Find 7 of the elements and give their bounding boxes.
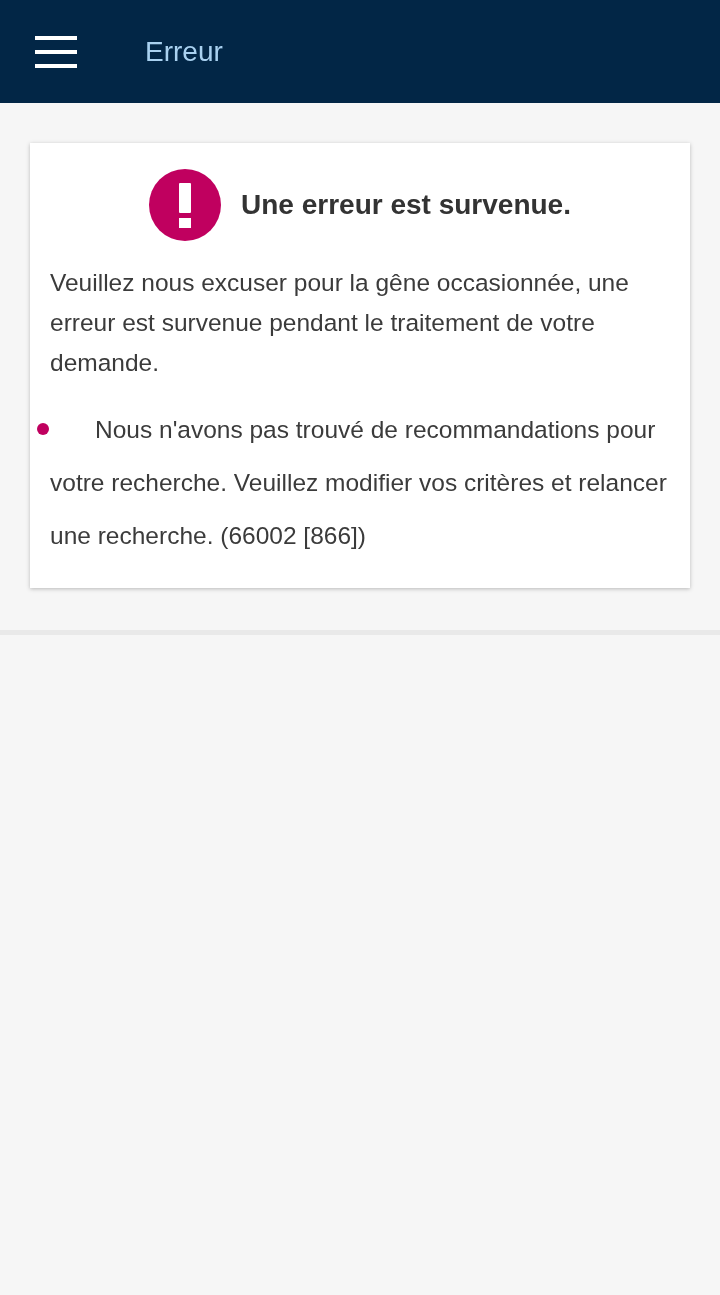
error-message: Veuillez nous excuser pour la gêne occasionnée, une erreur est survenue pendant le traitement de votre demande. [50,268,630,378]
bullet-icon [37,423,49,435]
error-heading: Une erreur est survenue. [241,189,571,221]
exclamation-icon [149,169,222,241]
page-title: Erreur [145,35,223,68]
menu-button[interactable] [35,35,77,68]
error-detail: Nous n'avons pas trouvé de recommandations pour votre recherche. Veuillez modifier vos critères et relancer une recherche. (66002 [866]) [50,415,668,551]
